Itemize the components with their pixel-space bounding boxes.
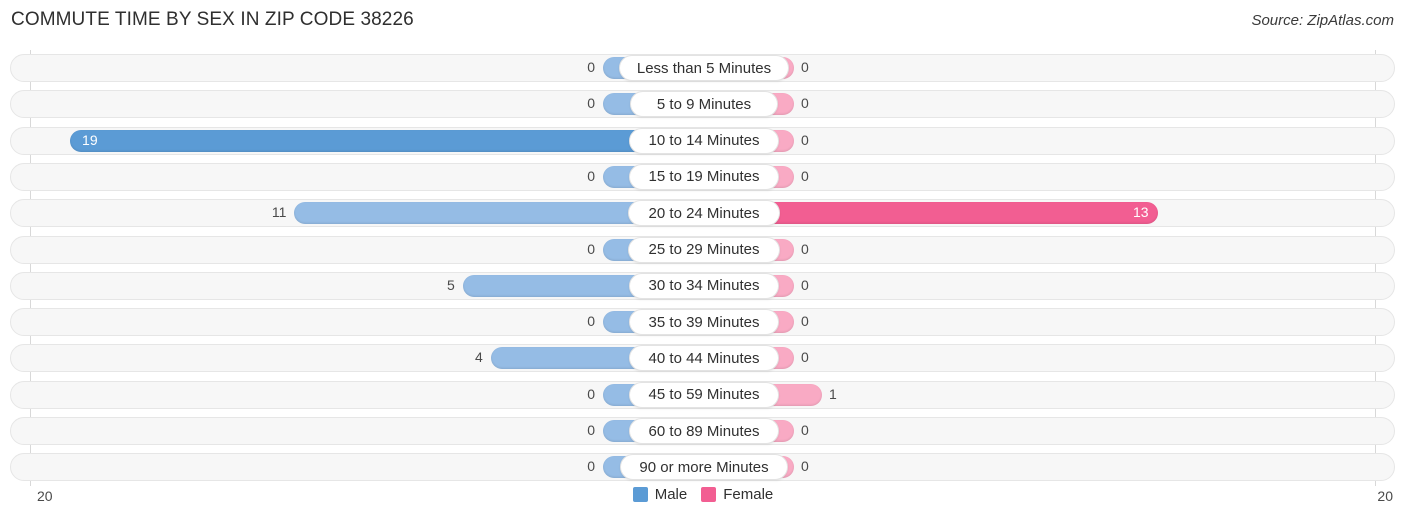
chart-row: 0 0 35 to 39 Minutes bbox=[10, 308, 1395, 337]
category-label-pill: 90 or more Minutes bbox=[620, 454, 788, 481]
value-label-female: 0 bbox=[801, 422, 809, 438]
legend-item[interactable]: Male bbox=[632, 486, 688, 503]
value-label-female: 13 bbox=[1133, 204, 1149, 221]
value-label-female: 0 bbox=[801, 240, 809, 257]
chart-row: 5 0 30 to 34 Minutes bbox=[10, 271, 1395, 300]
category-label-pill: 5 to 9 Minutes bbox=[630, 91, 778, 118]
category-label-pill: 35 to 39 Minutes bbox=[629, 309, 779, 336]
bar-male bbox=[70, 129, 704, 152]
chart-legend: Male Female bbox=[0, 486, 1406, 503]
category-label-pill: 45 to 59 Minutes bbox=[629, 381, 779, 408]
legend-swatch-icon bbox=[701, 487, 717, 502]
value-label-female: 0 bbox=[801, 276, 809, 293]
chart-row: 0 0 60 to 89 Minutes bbox=[10, 417, 1395, 445]
category-label-pill: 40 to 44 Minutes bbox=[629, 345, 779, 372]
category-label-pill: 60 to 89 Minutes bbox=[629, 418, 779, 444]
category-label-pill: 20 to 24 Minutes bbox=[628, 200, 780, 227]
chart-row: 4 0 40 to 44 Minutes bbox=[10, 344, 1395, 373]
category-label-pill: 10 to 14 Minutes bbox=[629, 127, 779, 154]
chart-row: 0 0 25 to 29 Minutes bbox=[10, 235, 1395, 264]
chart-container: COMMUTE TIME BY SEX IN ZIP CODE 38226 So… bbox=[0, 0, 1406, 522]
chart-row: 0 0 Less than 5 Minutes bbox=[10, 54, 1395, 82]
plot-area: 0 0 Less than 5 Minutes 0 0 5 to 9 Minutes 19 0… bbox=[0, 50, 1406, 486]
value-label-female: 0 bbox=[801, 59, 809, 75]
value-label-male: 11 bbox=[271, 204, 287, 221]
value-label-male: 0 bbox=[587, 385, 595, 402]
value-label-male: 5 bbox=[446, 276, 455, 293]
chart-row: 0 1 45 to 59 Minutes bbox=[10, 380, 1395, 409]
value-label-male: 0 bbox=[587, 313, 595, 330]
legend-swatch-icon bbox=[632, 487, 648, 502]
value-label-male: 0 bbox=[587, 95, 595, 112]
value-label-female: 0 bbox=[801, 458, 809, 475]
legend-item[interactable]: Female bbox=[701, 486, 773, 503]
value-label-female: 1 bbox=[829, 385, 837, 402]
value-label-male: 0 bbox=[587, 59, 595, 75]
legend-label: Female bbox=[723, 486, 774, 503]
chart-row: 0 0 15 to 19 Minutes bbox=[10, 162, 1395, 191]
category-label-pill: 30 to 34 Minutes bbox=[629, 272, 779, 299]
value-label-male: 0 bbox=[587, 422, 595, 438]
chart-row: 19 0 10 to 14 Minutes bbox=[10, 126, 1395, 155]
chart-row: 11 13 20 to 24 Minutes bbox=[10, 199, 1395, 228]
legend-label: Male bbox=[654, 486, 688, 503]
category-label-pill: 25 to 29 Minutes bbox=[628, 236, 780, 263]
value-label-male: 4 bbox=[475, 349, 483, 366]
category-label-pill: 15 to 19 Minutes bbox=[629, 163, 779, 190]
value-label-female: 0 bbox=[801, 167, 809, 184]
page-title: COMMUTE TIME BY SEX IN ZIP CODE 38226 bbox=[11, 9, 414, 30]
value-label-male: 19 bbox=[82, 131, 98, 148]
value-label-female: 0 bbox=[801, 349, 809, 366]
chart-row: 0 0 5 to 9 Minutes bbox=[10, 90, 1395, 119]
value-label-male: 0 bbox=[587, 167, 595, 184]
source-attribution: Source: ZipAtlas.com bbox=[1251, 12, 1394, 29]
value-label-male: 0 bbox=[587, 458, 595, 475]
value-label-male: 0 bbox=[587, 240, 595, 257]
value-label-female: 0 bbox=[801, 313, 809, 330]
category-label-pill: Less than 5 Minutes bbox=[619, 55, 789, 81]
value-label-female: 0 bbox=[801, 131, 809, 148]
value-label-female: 0 bbox=[801, 95, 809, 112]
chart-row: 0 0 90 or more Minutes bbox=[10, 453, 1395, 482]
